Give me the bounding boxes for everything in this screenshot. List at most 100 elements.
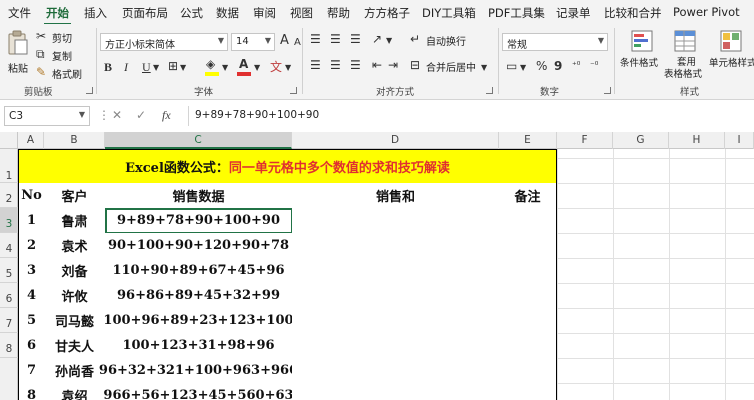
spreadsheet-grid[interactable]: Excel函数公式： 同一单元格中多个数值的求和技巧解读 No 客户 销售数据 销… [18, 149, 754, 400]
cell-customer[interactable]: 鲁肃 [44, 208, 106, 234]
header-cell-sales-data[interactable]: 销售数据 [105, 183, 293, 209]
column-header-g[interactable]: G [613, 132, 669, 149]
cell-sales-sum[interactable] [292, 233, 500, 259]
wrap-text-button[interactable]: 自动换行 [426, 33, 466, 48]
phonetic-button[interactable]: 文 [270, 60, 282, 74]
tab-power-pivot[interactable]: Power Pivot [673, 5, 740, 19]
cell-sales-sum[interactable] [292, 383, 500, 400]
cell-customer[interactable]: 甘夫人 [44, 333, 106, 359]
tab-file[interactable]: 文件 [8, 5, 31, 21]
cell-customer[interactable]: 袁绍 [44, 383, 106, 400]
cell-sales-data[interactable]: 110+90+89+67+45+96 [105, 258, 293, 284]
column-header-a[interactable]: A [18, 132, 44, 149]
cell-customer[interactable]: 刘备 [44, 258, 106, 284]
title-cell[interactable]: Excel函数公式： 同一单元格中多个数值的求和技巧解读 [18, 149, 557, 184]
cell-sales-sum[interactable] [292, 258, 500, 284]
column-header-b[interactable]: B [44, 132, 105, 149]
chevron-down-icon[interactable]: ▼ [285, 61, 291, 75]
row-header-8[interactable]: 8 [0, 333, 18, 358]
cell-no[interactable]: 3 [18, 258, 45, 284]
increase-indent-icon[interactable]: ⇥ [388, 58, 398, 72]
cell-remarks[interactable] [499, 333, 557, 359]
decrease-indent-icon[interactable]: ⇤ [372, 58, 382, 72]
cell-sales-data[interactable]: 96+32+321+100+963+966 [99, 358, 298, 384]
cell-sales-sum[interactable] [292, 308, 500, 334]
cell-sales-sum[interactable] [292, 358, 500, 384]
cell-remarks[interactable] [499, 358, 557, 384]
header-cell-no[interactable]: No [18, 183, 45, 209]
tab-page-layout[interactable]: 页面布局 [122, 5, 168, 21]
alignment-launcher-icon[interactable] [486, 87, 493, 94]
cell-no[interactable]: 2 [18, 233, 45, 259]
header-cell-customer[interactable]: 客户 [44, 183, 106, 209]
tab-pdf-tools[interactable]: PDF工具集 [488, 5, 545, 21]
formula-input[interactable]: 9+89+78+90+100+90 [188, 106, 754, 126]
cell-customer[interactable]: 袁术 [44, 233, 106, 259]
tab-view[interactable]: 视图 [290, 5, 313, 21]
column-header-h[interactable]: H [669, 132, 725, 149]
column-header-e[interactable]: E [499, 132, 557, 149]
header-cell-sales-sum[interactable]: 销售和 [292, 183, 500, 209]
tab-diy-toolbox[interactable]: DIY工具箱 [422, 5, 476, 21]
tab-help[interactable]: 帮助 [327, 5, 350, 21]
cell-no[interactable]: 8 [18, 383, 45, 400]
chevron-down-icon[interactable]: ▼ [180, 61, 186, 75]
cell-sales-sum[interactable] [292, 208, 500, 234]
borders-icon[interactable]: ⊞ [168, 59, 178, 73]
number-launcher-icon[interactable] [604, 87, 611, 94]
tab-record-form[interactable]: 记录单 [556, 5, 591, 21]
cell-sales-data[interactable]: 9+89+78+90+100+90 [105, 208, 293, 234]
increase-decimal-icon[interactable]: ⁺⁰ [572, 59, 580, 73]
cell-remarks[interactable] [499, 208, 557, 234]
grow-font-button[interactable]: A [280, 34, 289, 48]
align-middle-icon[interactable]: ☰ [330, 32, 341, 46]
tab-fangfang[interactable]: 方方格子 [364, 5, 410, 21]
chevron-down-icon[interactable]: ▼ [386, 34, 392, 48]
cell-customer[interactable]: 许攸 [44, 283, 106, 309]
orientation-icon[interactable]: ↗ [372, 32, 382, 46]
column-header-f[interactable]: F [557, 132, 613, 149]
paste-button[interactable]: 粘贴 [4, 28, 32, 76]
cell-sales-data[interactable]: 100+123+31+98+96 [105, 333, 293, 359]
cell-sales-sum[interactable] [292, 283, 500, 309]
cell-remarks[interactable] [499, 308, 557, 334]
name-box[interactable]: C3 ▼ [4, 106, 90, 126]
italic-button[interactable]: I [124, 60, 128, 74]
insert-function-button[interactable]: fx [162, 108, 171, 123]
column-header-c[interactable]: C [105, 132, 292, 149]
comma-style-button[interactable]: 9 [554, 59, 562, 73]
number-format-select[interactable]: 常规 ▼ [502, 33, 608, 51]
font-size-select[interactable]: 14 ▼ [231, 33, 275, 51]
tab-data[interactable]: 数据 [216, 5, 239, 21]
row-header-1[interactable]: 1 [0, 149, 18, 183]
cell-styles-button[interactable]: 单元格样式 [708, 28, 754, 78]
row-header-2[interactable]: 2 [0, 183, 18, 208]
enter-icon[interactable]: ✓ [136, 108, 146, 122]
align-bottom-icon[interactable]: ☰ [350, 32, 361, 46]
percent-button[interactable]: % [536, 59, 547, 73]
fill-color-button[interactable]: ◈ [204, 57, 222, 77]
cell-sales-data[interactable]: 966+56+123+45+560+63 [103, 383, 294, 400]
cell-sales-data[interactable]: 96+86+89+45+32+99 [105, 283, 293, 309]
font-color-button[interactable]: A [236, 57, 254, 77]
cell-no[interactable]: 4 [18, 283, 45, 309]
row-header-4[interactable]: 4 [0, 233, 18, 258]
select-all-button[interactable] [0, 132, 18, 149]
align-left-icon[interactable]: ☰ [310, 58, 321, 72]
cell-remarks[interactable] [499, 283, 557, 309]
chevron-down-icon[interactable]: ▼ [153, 61, 159, 75]
format-as-table-button[interactable]: 套用 表格格式 [664, 28, 706, 80]
clipboard-launcher-icon[interactable] [86, 87, 93, 94]
copy-button[interactable]: 复制 [52, 48, 72, 63]
chevron-down-icon[interactable]: ▼ [222, 61, 228, 75]
underline-button[interactable]: U [142, 60, 151, 74]
row-header-7[interactable]: 7 [0, 308, 18, 333]
cell-remarks[interactable] [499, 233, 557, 259]
row-header-3[interactable]: 3 [0, 208, 18, 233]
row-header-6[interactable]: 6 [0, 283, 18, 308]
merge-center-button[interactable]: 合并后居中 [426, 59, 476, 74]
cell-remarks[interactable] [499, 258, 557, 284]
shrink-font-button[interactable]: A [294, 36, 301, 50]
cut-button[interactable]: 剪切 [52, 30, 72, 45]
align-center-icon[interactable]: ☰ [330, 58, 341, 72]
